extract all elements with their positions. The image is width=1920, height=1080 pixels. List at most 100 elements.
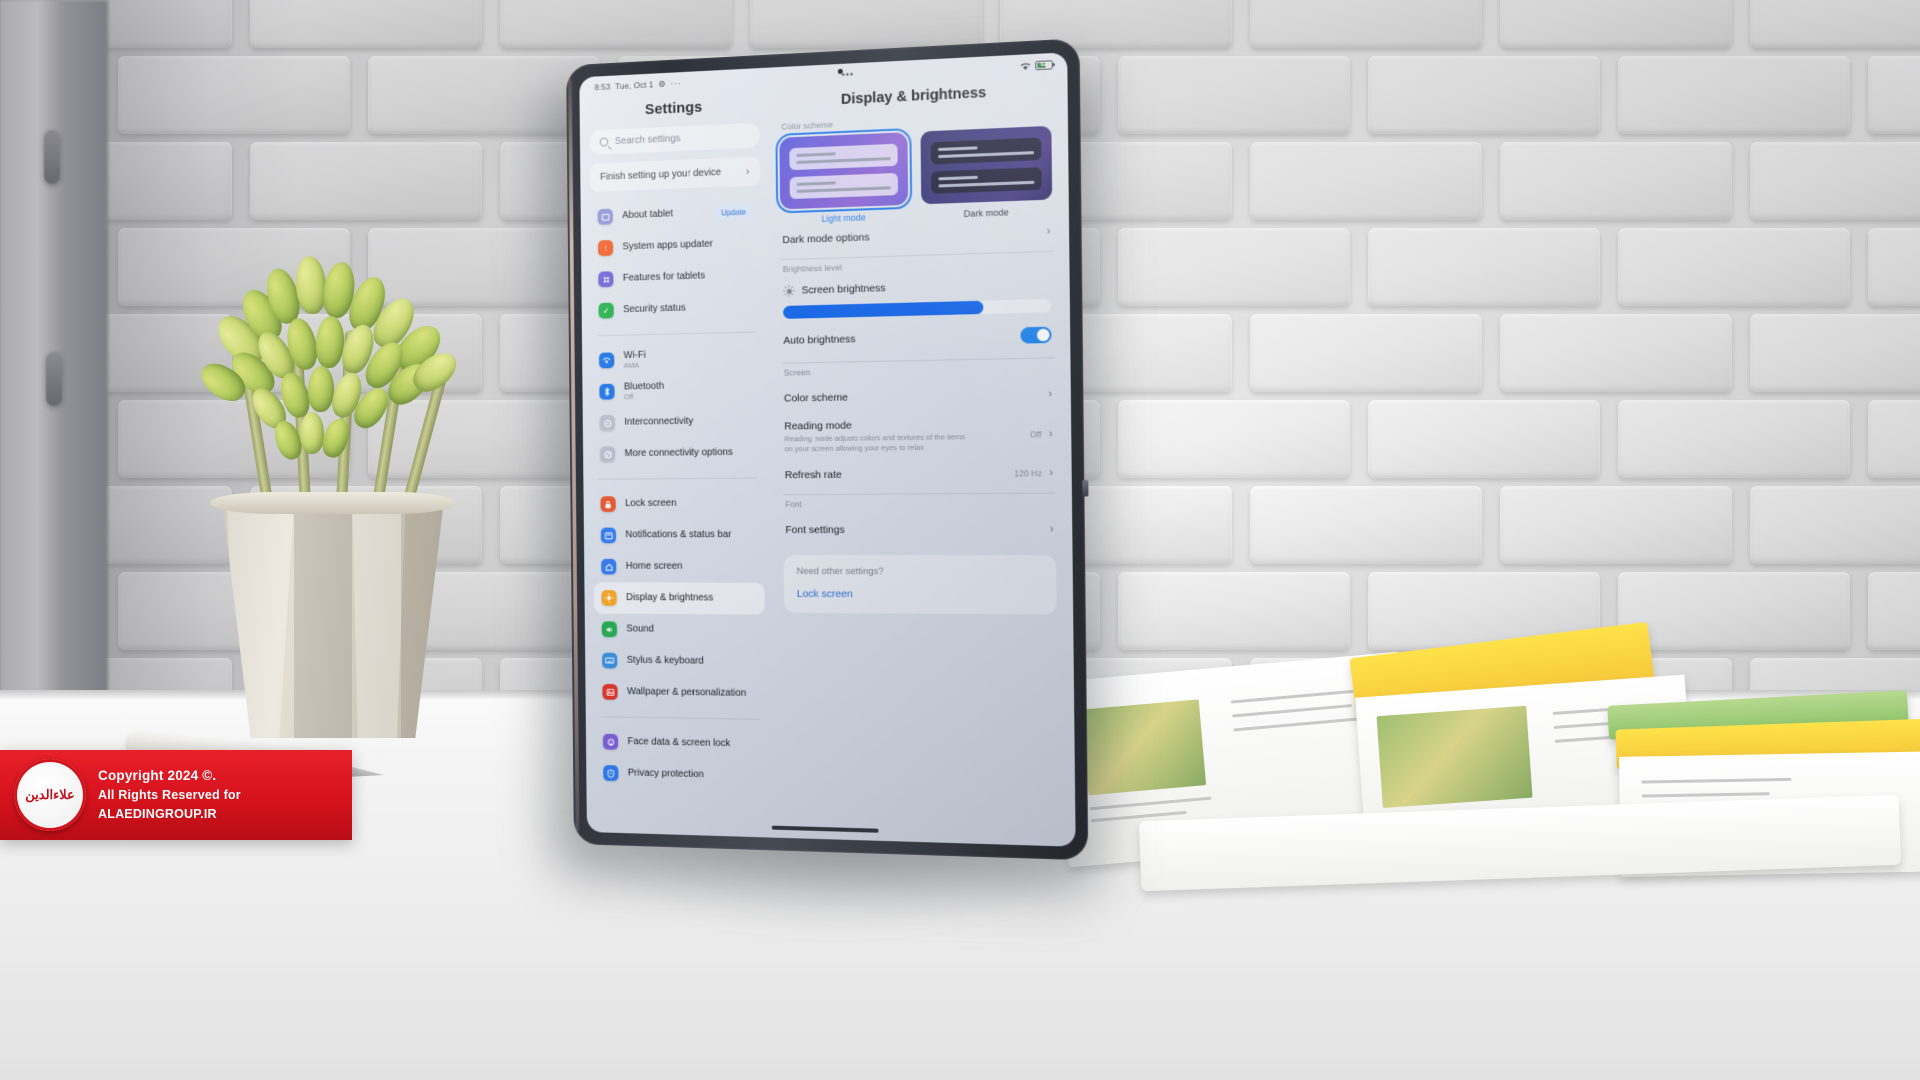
sidebar-group: Face data & screen lock Privacy protectio… xyxy=(595,723,766,796)
screen-section-rows: Color scheme › Reading mode Reading mode ad… xyxy=(780,379,1057,491)
sidebar-group: Lock screen Notifications & status bar Hom… xyxy=(593,484,766,713)
divider xyxy=(783,492,1056,496)
row-font-settings[interactable]: Font settings › xyxy=(781,514,1058,545)
sidebar-item-label: More connectivity options xyxy=(624,447,733,460)
sidebar-item-wi-fi[interactable]: Wi-Fi AMA xyxy=(591,341,762,376)
sidebar-divider xyxy=(598,477,758,480)
sidebar-item-features-for-tablets[interactable]: Features for tablets xyxy=(591,259,762,296)
watermark-banner: علاءالدین Copyright 2024 ©. All Rights R… xyxy=(0,750,352,840)
row-refresh-rate[interactable]: Refresh rate 120 Hz › xyxy=(781,458,1058,491)
sidebar-item-label: Sound xyxy=(626,623,654,635)
sidebar-item-bluetooth[interactable]: Bluetooth Off xyxy=(592,373,763,407)
auto-brightness-toggle[interactable] xyxy=(1020,326,1052,344)
sidebar-item-privacy-protection[interactable]: Privacy protection xyxy=(596,757,767,793)
up-arrow-icon: ↑ xyxy=(597,239,614,257)
sidebar-item-more-connectivity-options[interactable]: More connectivity options xyxy=(592,437,763,470)
status-center-dots-icon: ••• xyxy=(841,69,855,80)
sidebar-item-label: Wallpaper & personalization xyxy=(626,686,747,700)
privacy-icon xyxy=(603,765,619,782)
sidebar-divider xyxy=(596,331,756,337)
open-magazine xyxy=(1052,612,1920,912)
screen-brightness-label: Screen brightness xyxy=(801,282,886,297)
display-brightness-panel: Display & brightness Color scheme Light … xyxy=(767,75,1075,826)
settings-app: 8:53 Tue, Oct 1 ⚙ ··· ••• 62 Settings Se… xyxy=(579,52,1075,847)
more-connectivity-icon xyxy=(599,446,616,463)
sidebar-divider xyxy=(600,716,760,720)
battery-icon: 62 xyxy=(1035,59,1053,70)
wallpaper-icon xyxy=(602,683,618,700)
status-time: 8:53 xyxy=(594,81,611,93)
row-value: 120 Hz xyxy=(1014,468,1042,479)
watermark-rights: All Rights Reserved for ALAEDINGROUP.IR xyxy=(98,788,241,822)
pot-facet xyxy=(352,498,406,738)
sidebar-item-sublabel: Off xyxy=(623,392,634,402)
wifi-icon xyxy=(1020,61,1031,70)
row-reading-mode[interactable]: Reading mode Reading mode adjusts colors … xyxy=(780,410,1057,461)
sidebar-item-label: System apps updater xyxy=(622,238,713,253)
need-other-settings-title: Need other settings? xyxy=(796,566,884,578)
screen-section-label: Screen xyxy=(783,367,811,378)
watermark-copyright: Copyright 2024 ©. xyxy=(98,768,217,784)
lock-icon xyxy=(600,496,616,512)
row-color-scheme[interactable]: Color scheme › xyxy=(780,379,1057,414)
sidebar-item-list: About tablet Update ↑ System apps updater Fe… xyxy=(590,192,767,817)
sidebar-group: About tablet Update ↑ System apps updater Fe… xyxy=(590,192,762,329)
dark-mode-options-label: Dark mode options xyxy=(782,231,870,247)
dark-mode-thumbnail[interactable] xyxy=(919,125,1053,205)
sidebar-item-lock-screen[interactable]: Lock screen xyxy=(593,487,764,519)
auto-brightness-label: Auto brightness xyxy=(783,332,856,347)
shield-check-icon: ✓ xyxy=(598,302,614,319)
row-title: Reading mode xyxy=(784,419,852,433)
sidebar-item-stylus-keyboard[interactable]: Stylus & keyboard xyxy=(594,645,765,679)
sidebar-item-face-data-screen-lock[interactable]: Face data & screen lock xyxy=(595,726,766,761)
concrete-pot xyxy=(221,498,445,738)
sun-icon xyxy=(601,590,617,606)
search-placeholder: Search settings xyxy=(614,133,681,147)
theme-option-light[interactable]: Light mode xyxy=(774,127,913,225)
sidebar-item-label: Privacy protection xyxy=(627,767,704,781)
sidebar-item-sublabel: AMA xyxy=(623,360,640,370)
light-mode-thumbnail[interactable] xyxy=(774,127,913,215)
need-other-settings-link[interactable]: Lock screen xyxy=(797,588,1043,601)
sidebar-item-home-screen[interactable]: Home screen xyxy=(593,551,764,583)
sidebar-item-security-status[interactable]: ✓ Security status xyxy=(591,291,762,327)
chevron-right-icon: › xyxy=(745,165,750,178)
home-indicator[interactable] xyxy=(771,825,879,833)
finish-setup-card[interactable]: Finish setting up your device › xyxy=(589,156,761,192)
interconnectivity-icon xyxy=(599,415,615,431)
face-unlock-icon xyxy=(602,733,619,750)
color-scheme-options: Light mode Dark mode xyxy=(774,125,1054,226)
screen-brightness-row: Screen brightness xyxy=(779,272,1055,301)
notifications-icon xyxy=(600,527,617,544)
watermark-logo: علاءالدین xyxy=(14,759,86,831)
update-badge[interactable]: Update xyxy=(714,204,753,220)
sidebar-group: Wi-Fi AMA Bluetooth Off Interconnectivity Mor… xyxy=(591,338,763,473)
tablet-screen: 8:53 Tue, Oct 1 ⚙ ··· ••• 62 Settings Se… xyxy=(579,52,1076,847)
brightness-slider[interactable] xyxy=(783,298,1052,319)
auto-brightness-row[interactable]: Auto brightness xyxy=(779,322,1055,358)
pot-facet xyxy=(294,498,353,738)
row-title: Refresh rate xyxy=(784,468,842,482)
sidebar-item-system-apps-updater[interactable]: ↑ System apps updater xyxy=(590,227,761,264)
grid-dots-icon xyxy=(598,271,614,288)
navigation-bar xyxy=(587,812,1076,846)
speaker-icon xyxy=(601,621,618,638)
divider xyxy=(780,250,1053,261)
sidebar-item-interconnectivity[interactable]: Interconnectivity xyxy=(592,405,763,439)
sidebar-item-label: Security status xyxy=(623,302,686,316)
sidebar-item-notifications-status-bar[interactable]: Notifications & status bar xyxy=(593,519,764,551)
sidebar-item-sound[interactable]: Sound xyxy=(594,614,765,647)
sidebar-item-label: Wi-Fi xyxy=(623,349,646,361)
sidebar-item-label: Stylus & keyboard xyxy=(626,655,704,667)
tablet-bezel: 8:53 Tue, Oct 1 ⚙ ··· ••• 62 Settings Se… xyxy=(566,38,1089,861)
theme-option-dark[interactable]: Dark mode xyxy=(919,125,1053,221)
finish-setup-label: Finish setting up your device xyxy=(600,167,722,183)
bluetooth-icon xyxy=(599,383,615,400)
status-date: Tue, Oct 1 xyxy=(615,79,654,92)
search-icon xyxy=(599,137,609,147)
sidebar-item-wallpaper-personalization[interactable]: Wallpaper & personalization xyxy=(595,676,766,710)
gear-icon: ⚙ xyxy=(658,78,666,89)
sidebar-item-display-brightness[interactable]: Display & brightness xyxy=(593,582,765,615)
font-section-rows: Font settings › xyxy=(781,514,1058,545)
brightness-section-label: Brightness level xyxy=(782,262,842,275)
